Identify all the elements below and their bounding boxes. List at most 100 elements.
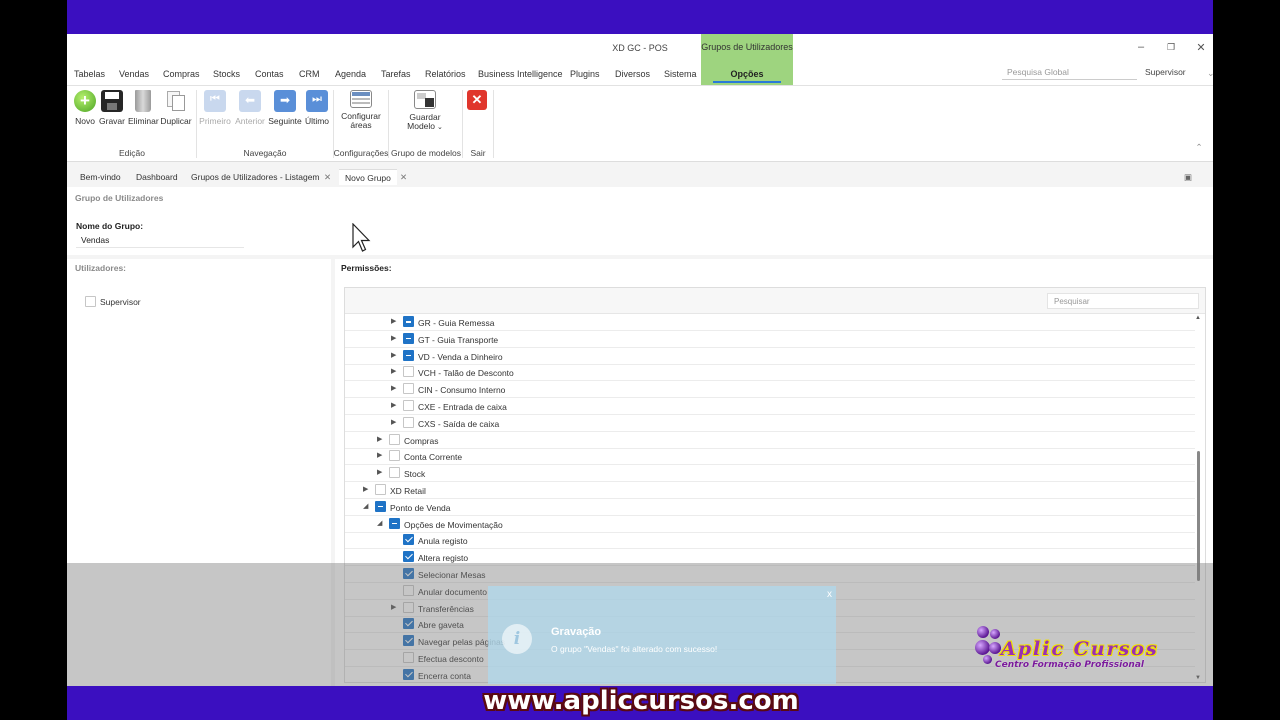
permission-checkbox[interactable] — [403, 366, 414, 378]
minimize-icon[interactable]: – — [1133, 41, 1149, 53]
tree-row[interactable]: ▶ GT - Guia Transporte — [345, 331, 1195, 348]
primeiro-button[interactable]: ⏮ Primeiro — [199, 90, 231, 126]
permission-checkbox[interactable] — [403, 383, 414, 395]
video-top-band — [67, 0, 1213, 34]
tab-opcoes[interactable]: Opções — [701, 60, 793, 85]
ultimo-button[interactable]: ⏭ Último — [303, 90, 331, 126]
permission-checkbox[interactable] — [375, 500, 386, 512]
expand-arrow-icon[interactable]: ▶ — [377, 468, 382, 476]
close-notification-icon[interactable]: x — [827, 589, 832, 600]
tree-row[interactable]: ▶ XD Retail — [345, 482, 1195, 499]
novo-button[interactable]: + Novo — [73, 90, 97, 126]
expand-arrow-icon[interactable]: ▶ — [391, 418, 396, 426]
permission-label: XD Retail — [390, 486, 426, 496]
tab-dashboard[interactable]: Dashboard — [136, 172, 178, 182]
anterior-button[interactable]: ⬅ Anterior — [233, 90, 267, 126]
user-dropdown-icon[interactable]: ⌄ — [1207, 68, 1213, 79]
collapse-ribbon-icon[interactable]: ⌃ — [1193, 142, 1205, 153]
group-name-input[interactable]: Vendas — [76, 233, 244, 248]
menu-vendas[interactable]: Vendas — [119, 69, 149, 79]
tree-row[interactable]: ▶ CIN - Consumo Interno — [345, 381, 1195, 399]
expand-arrow-icon[interactable]: ▶ — [377, 451, 382, 459]
sair-button[interactable]: ✕ — [466, 90, 488, 114]
previous-record-icon: ⬅ — [239, 90, 261, 112]
user-menu[interactable]: Supervisor — [1145, 67, 1186, 77]
tab-novo-grupo[interactable]: Novo Grupo — [339, 169, 397, 185]
menu-compras[interactable]: Compras — [163, 69, 200, 79]
tree-row[interactable]: ▶ Conta Corrente — [345, 448, 1195, 466]
menu-agenda[interactable]: Agenda — [335, 69, 366, 79]
expand-arrow-icon[interactable]: ▶ — [391, 401, 396, 409]
group-edicao-label: Edição — [119, 148, 145, 158]
window-list-icon[interactable]: ▣ — [1184, 172, 1192, 183]
trash-icon — [135, 90, 151, 112]
ribbon-separator — [493, 90, 494, 158]
duplicar-button[interactable]: Duplicar — [160, 90, 192, 126]
guardar-modelo-button[interactable]: Guardar Modelo ⌄ — [405, 90, 445, 132]
menu-diversos[interactable]: Diversos — [615, 69, 650, 79]
menu-contas[interactable]: Contas — [255, 69, 284, 79]
tree-row[interactable]: Anula registo — [345, 532, 1195, 550]
permission-checkbox[interactable] — [389, 433, 400, 445]
tree-row[interactable]: ◢ Ponto de Venda — [345, 499, 1195, 516]
expand-arrow-icon[interactable]: ▶ — [391, 334, 396, 342]
permission-checkbox[interactable] — [389, 517, 400, 529]
menu-business-intelligence[interactable]: Business Intelligence — [478, 69, 563, 79]
permission-checkbox[interactable] — [375, 484, 386, 495]
permission-checkbox[interactable] — [403, 416, 414, 428]
tree-row[interactable]: ▶ CXS - Saída de caixa — [345, 415, 1195, 432]
collapse-arrow-icon[interactable]: ◢ — [363, 502, 368, 510]
seguinte-button[interactable]: ➡ Seguinte — [268, 90, 302, 126]
close-tab-icon[interactable]: ✕ — [400, 172, 407, 183]
permission-checkbox[interactable] — [403, 332, 414, 344]
notification-message: O grupo "Vendas" foi alterado com sucess… — [551, 644, 718, 654]
expand-arrow-icon[interactable]: ▶ — [391, 317, 396, 325]
menu-stocks[interactable]: Stocks — [213, 69, 240, 79]
logo-name: Aplic Cursos — [1001, 638, 1159, 660]
gravar-button[interactable]: Gravar — [99, 90, 125, 126]
user-checkbox[interactable] — [85, 296, 96, 307]
menu-plugins[interactable]: Plugins — [570, 69, 600, 79]
menu-crm[interactable]: CRM — [299, 69, 320, 79]
permission-label: Anula registo — [418, 536, 468, 547]
expand-arrow-icon[interactable]: ▶ — [391, 367, 396, 375]
eliminar-button[interactable]: Eliminar — [128, 90, 159, 126]
close-tab-icon[interactable]: ✕ — [324, 172, 331, 183]
configurar-areas-button[interactable]: Configurar áreas — [339, 90, 383, 130]
aplic-cursos-logo: Aplic Cursos Centro Formação Profissiona… — [973, 624, 1185, 676]
permissions-search-input[interactable]: Pesquisar — [1047, 293, 1199, 309]
permission-checkbox[interactable] — [389, 467, 400, 479]
close-window-icon[interactable]: ✕ — [1193, 41, 1209, 54]
ribbon: + Novo Gravar Eliminar Duplicar ⏮ Primei… — [67, 86, 1213, 162]
logo-tagline: Centro Formação Profissional — [995, 660, 1144, 670]
expand-arrow-icon[interactable]: ▶ — [391, 384, 396, 392]
tree-row[interactable]: ▶ CXE - Entrada de caixa — [345, 398, 1195, 415]
permission-checkbox[interactable] — [403, 551, 414, 563]
document-tabs: Bem-vindo Dashboard Grupos de Utilizador… — [67, 168, 1213, 186]
tab-bem-vindo[interactable]: Bem-vindo — [80, 172, 121, 182]
menu-tabelas[interactable]: Tabelas — [74, 69, 105, 79]
global-search-input[interactable]: Pesquisa Global — [1002, 64, 1137, 80]
permission-checkbox[interactable] — [403, 349, 414, 361]
duplicar-label: Duplicar — [160, 116, 192, 126]
permission-checkbox[interactable] — [403, 316, 414, 327]
tree-row[interactable]: ▶ GR - Guia Remessa — [345, 314, 1195, 331]
permission-checkbox[interactable] — [403, 534, 414, 546]
expand-arrow-icon[interactable]: ▶ — [391, 351, 396, 359]
tree-row[interactable]: ◢ Opções de Movimentação — [345, 516, 1195, 533]
tree-row[interactable]: ▶ VD - Venda a Dinheiro — [345, 348, 1195, 365]
permission-checkbox[interactable] — [403, 400, 414, 411]
menu-sistema[interactable]: Sistema — [664, 69, 697, 79]
tree-row[interactable]: ▶ Compras — [345, 432, 1195, 449]
tree-row[interactable]: ▶ VCH - Talão de Desconto — [345, 364, 1195, 382]
menu-relatorios[interactable]: Relatórios — [425, 69, 466, 79]
menu-tarefas[interactable]: Tarefas — [381, 69, 411, 79]
tab-grupos-listagem[interactable]: Grupos de Utilizadores - Listagem — [191, 172, 320, 182]
letterbox-left — [0, 0, 67, 720]
collapse-arrow-icon[interactable]: ◢ — [377, 519, 382, 527]
permission-checkbox[interactable] — [389, 450, 400, 462]
expand-arrow-icon[interactable]: ▶ — [377, 435, 382, 443]
tree-row[interactable]: ▶ Stock — [345, 465, 1195, 483]
restore-icon[interactable]: ❐ — [1163, 42, 1179, 53]
expand-arrow-icon[interactable]: ▶ — [363, 485, 368, 493]
